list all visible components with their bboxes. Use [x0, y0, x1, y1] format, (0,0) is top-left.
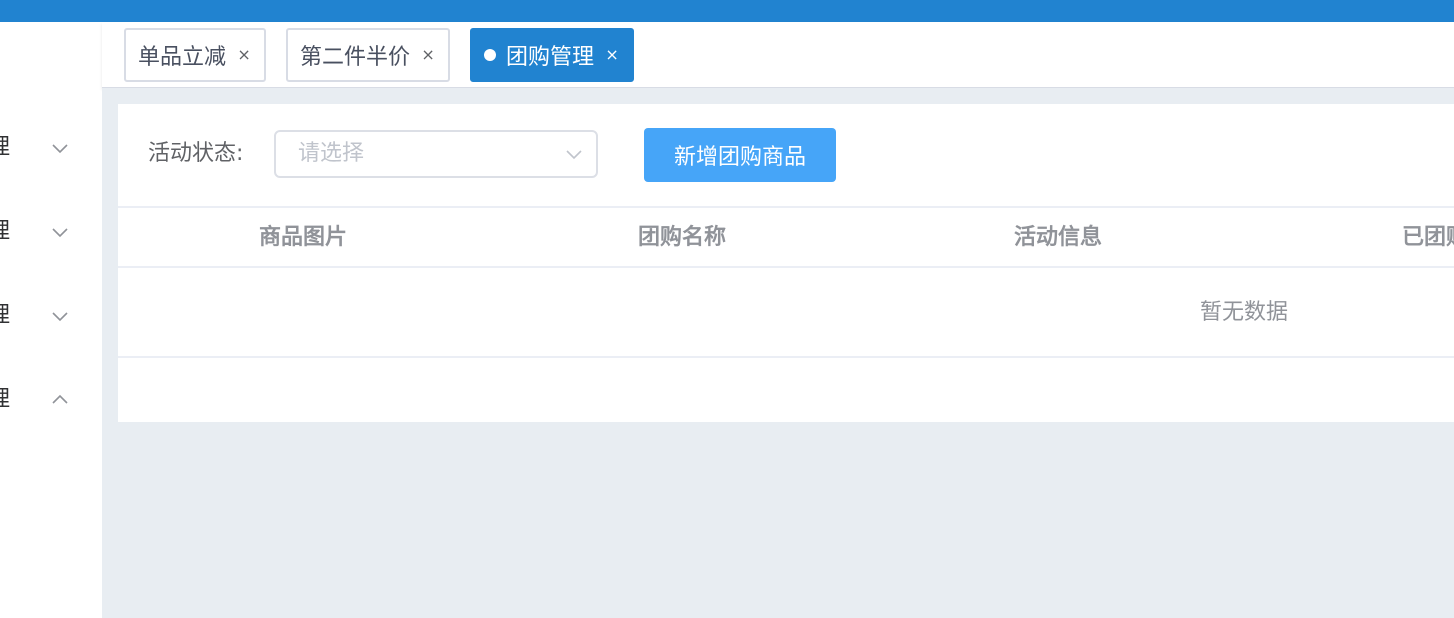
sidebar-item-label: 理 [0, 212, 10, 252]
column-header-bought-count: 已团购 [1402, 225, 1454, 250]
chevron-down-icon [50, 222, 70, 242]
sidebar-menu-item-1[interactable]: 理 [0, 128, 102, 168]
sidebar-item-label: 理 [0, 380, 10, 420]
close-icon[interactable]: × [236, 47, 252, 63]
chevron-up-icon [50, 390, 70, 410]
chevron-down-icon [50, 138, 70, 158]
sidebar-item-label: 理 [0, 128, 10, 168]
sidebar: 理 理 理 理 [0, 22, 102, 618]
main-content: 活动状态: 请选择 新增团购商品 商品图片 团购名称 活动信息 已团购 暂无数据 [102, 88, 1454, 618]
close-icon[interactable]: × [420, 47, 436, 63]
status-select[interactable]: 请选择 [274, 130, 598, 178]
tag-label: 第二件半价 [300, 45, 411, 70]
table-header: 商品图片 团购名称 活动信息 已团购 [118, 206, 1454, 268]
active-dot-icon [484, 49, 496, 61]
column-header-name: 团购名称 [638, 225, 727, 250]
empty-state-text: 暂无数据 [1200, 300, 1289, 325]
status-filter-label: 活动状态: [148, 141, 244, 166]
sidebar-menu-item-3[interactable]: 理 [0, 296, 102, 336]
sidebar-menu-item-2[interactable]: 理 [0, 212, 102, 252]
tags-view-bar: 单品立减 × 第二件半价 × 团购管理 × [102, 22, 1454, 88]
tag-label: 单品立减 [138, 45, 227, 70]
column-header-image: 商品图片 [259, 225, 348, 250]
content-panel: 活动状态: 请选择 新增团购商品 商品图片 团购名称 活动信息 已团购 暂无数据 [118, 104, 1454, 422]
tag-label: 团购管理 [506, 45, 595, 70]
sidebar-menu-item-4[interactable]: 理 [0, 380, 102, 420]
column-header-activity-info: 活动信息 [1014, 225, 1103, 250]
sidebar-item-label: 理 [0, 296, 10, 336]
tag-second-half-price[interactable]: 第二件半价 × [286, 28, 451, 82]
add-group-buy-button[interactable]: 新增团购商品 [644, 128, 836, 182]
tag-single-item-discount[interactable]: 单品立减 × [124, 28, 267, 82]
close-icon[interactable]: × [604, 47, 620, 63]
select-placeholder: 请选择 [298, 141, 365, 166]
chevron-down-icon [564, 144, 584, 164]
table-body: 暂无数据 [118, 268, 1454, 358]
tag-group-buy-management[interactable]: 团购管理 × [470, 28, 635, 82]
top-bar [0, 0, 1454, 22]
chevron-down-icon [50, 306, 70, 326]
